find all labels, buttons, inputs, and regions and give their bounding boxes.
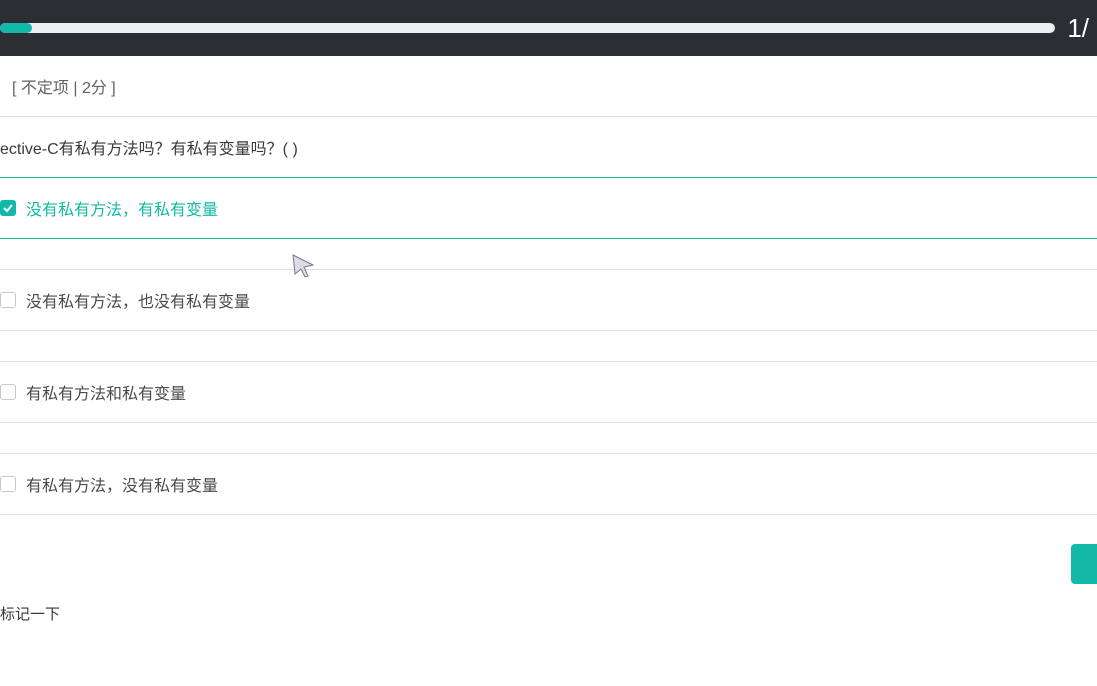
option-label: 没有私有方法，也没有私有变量 — [26, 288, 250, 312]
progress-track — [0, 23, 1055, 33]
top-bar: 1/ — [0, 0, 1097, 56]
checkbox-icon — [0, 384, 16, 400]
progress-counter: 1/ — [1067, 13, 1089, 44]
progress-fill — [0, 23, 32, 33]
option-label: 有私有方法和私有变量 — [26, 380, 186, 404]
option-label: 没有私有方法，有私有变量 — [26, 196, 218, 220]
option-3[interactable]: 有私有方法和私有变量 — [0, 361, 1097, 423]
option-4[interactable]: 有私有方法，没有私有变量 — [0, 453, 1097, 515]
next-button[interactable] — [1071, 544, 1097, 584]
checkbox-icon — [0, 200, 16, 216]
question-text: ective-C有私有方法吗？有私有变量吗？( ) — [0, 117, 1097, 177]
mark-label[interactable]: 标记一下 — [0, 545, 1097, 624]
options-list: 没有私有方法，有私有变量 没有私有方法，也没有私有变量 有私有方法和私有变量 有… — [0, 177, 1097, 515]
checkbox-icon — [0, 476, 16, 492]
question-meta: [ 不定项 | 2分 ] — [0, 56, 1097, 117]
checkbox-icon — [0, 292, 16, 308]
option-1[interactable]: 没有私有方法，有私有变量 — [0, 177, 1097, 239]
option-label: 有私有方法，没有私有变量 — [26, 472, 218, 496]
option-2[interactable]: 没有私有方法，也没有私有变量 — [0, 269, 1097, 331]
